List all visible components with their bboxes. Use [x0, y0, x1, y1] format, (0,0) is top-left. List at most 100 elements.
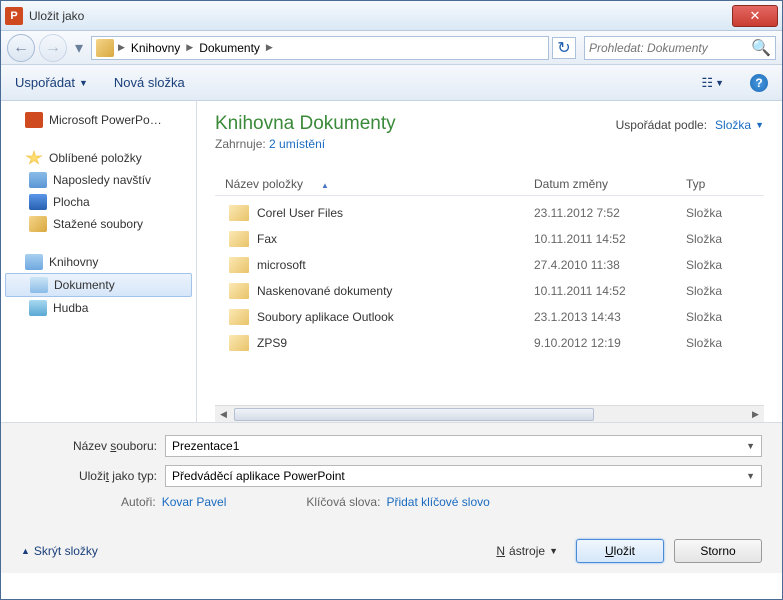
chevron-down-icon: ▼ — [79, 78, 88, 88]
powerpoint-icon — [25, 112, 43, 128]
sidebar-label: Knihovny — [49, 255, 98, 269]
sort-asc-icon: ▲ — [321, 181, 329, 190]
col-header-name[interactable]: Název položky▲ — [215, 177, 534, 191]
close-button[interactable]: ✕ — [732, 5, 778, 27]
chevron-down-icon: ▼ — [746, 441, 755, 451]
file-name: Soubory aplikace Outlook — [257, 310, 534, 324]
search-input[interactable] — [589, 41, 751, 55]
search-box[interactable]: 🔍 — [584, 36, 776, 60]
crumb-root-sep[interactable]: ▶ — [118, 42, 125, 53]
back-button[interactable]: ← — [7, 34, 35, 62]
file-name: microsoft — [257, 258, 534, 272]
library-subtitle: Zahrnuje: 2 umístění — [215, 137, 764, 151]
scroll-right-button[interactable]: ▶ — [747, 407, 764, 422]
chevron-down-icon: ▼ — [715, 78, 724, 88]
organize-label: Uspořádat — [15, 75, 75, 90]
sidebar-item-desktop[interactable]: Plocha — [1, 191, 196, 213]
file-type: Složka — [686, 258, 764, 272]
folder-icon — [229, 335, 249, 351]
file-row[interactable]: Naskenované dokumenty10.11.2011 14:52Slo… — [215, 278, 764, 304]
column-headers: Název položky▲ Datum změny Typ — [215, 173, 764, 196]
file-row[interactable]: microsoft27.4.2010 11:38Složka — [215, 252, 764, 278]
chevron-down-icon: ▼ — [549, 546, 558, 556]
view-options-button[interactable]: ☷ ▼ — [701, 75, 724, 91]
keywords-value[interactable]: Přidat klíčové slovo — [386, 495, 489, 509]
folder-icon — [96, 39, 114, 57]
file-date: 23.11.2012 7:52 — [534, 206, 686, 220]
sidebar-label: Microsoft PowerPo… — [49, 113, 162, 127]
authors-value[interactable]: Kovar Pavel — [162, 495, 227, 509]
file-date: 23.1.2013 14:43 — [534, 310, 686, 324]
sidebar-label: Oblíbené položky — [49, 151, 142, 165]
savetype-dropdown[interactable]: Předváděcí aplikace PowerPoint▼ — [165, 465, 762, 487]
filename-value: Prezentace1 — [172, 439, 746, 453]
music-icon — [29, 300, 47, 316]
sidebar-item-music[interactable]: Hudba — [1, 297, 196, 319]
folder-icon — [229, 257, 249, 273]
file-row[interactable]: Soubory aplikace Outlook23.1.2013 14:43S… — [215, 304, 764, 330]
horizontal-scrollbar[interactable]: ◀ ▶ — [215, 405, 764, 422]
scroll-track[interactable] — [232, 407, 747, 422]
sidebar-item-powerpoint[interactable]: Microsoft PowerPo… — [1, 109, 196, 131]
includes-link[interactable]: 2 umístění — [269, 137, 325, 151]
sort-dropdown[interactable]: Složka ▼ — [715, 118, 764, 132]
file-name: Naskenované dokumenty — [257, 284, 534, 298]
folder-icon — [229, 231, 249, 247]
refresh-button[interactable]: ↻ — [552, 37, 576, 59]
file-row[interactable]: ZPS99.10.2012 12:19Složka — [215, 330, 764, 356]
help-button[interactable]: ? — [750, 74, 768, 92]
sidebar-item-favorites[interactable]: Oblíbené položky — [1, 147, 196, 169]
scroll-thumb[interactable] — [234, 408, 594, 421]
address-bar[interactable]: ▶ Knihovny ▶ Dokumenty ▶ — [91, 36, 549, 60]
help-icon: ? — [755, 76, 762, 90]
sidebar-item-libraries[interactable]: Knihovny — [1, 251, 196, 273]
arrow-left-icon: ← — [13, 39, 29, 57]
file-row[interactable]: Fax10.11.2011 14:52Složka — [215, 226, 764, 252]
search-icon[interactable]: 🔍 — [751, 38, 771, 58]
cancel-button[interactable]: Storno — [674, 539, 762, 563]
star-icon — [25, 150, 43, 166]
file-type: Složka — [686, 310, 764, 324]
chevron-down-icon: ▼ — [746, 471, 755, 481]
savetype-value: Předváděcí aplikace PowerPoint — [172, 469, 746, 483]
app-icon: P — [5, 7, 23, 25]
file-type: Složka — [686, 206, 764, 220]
history-dropdown[interactable]: ▾ — [71, 36, 87, 60]
file-date: 27.4.2010 11:38 — [534, 258, 686, 272]
crumb-documents[interactable]: Dokumenty — [195, 41, 264, 55]
scroll-left-button[interactable]: ◀ — [215, 407, 232, 422]
crumb-sep-2[interactable]: ▶ — [266, 42, 273, 53]
tools-menu[interactable]: Nástroje ▼ — [488, 540, 566, 562]
file-list: Corel User Files23.11.2012 7:52Složka Fa… — [215, 200, 764, 405]
file-date: 9.10.2012 12:19 — [534, 336, 686, 350]
organize-menu[interactable]: Uspořádat ▼ — [15, 75, 88, 90]
sidebar-item-downloads[interactable]: Stažené soubory — [1, 213, 196, 235]
file-type: Složka — [686, 284, 764, 298]
sidebar-item-documents[interactable]: Dokumenty — [5, 273, 192, 297]
savetype-label: Uložit jako typ: — [21, 469, 165, 483]
save-as-dialog: P Uložit jako ✕ ← → ▾ ▶ Knihovny ▶ Dokum… — [0, 0, 783, 600]
forward-button[interactable]: → — [39, 34, 67, 62]
libraries-icon — [25, 254, 43, 270]
col-header-type[interactable]: Typ — [686, 177, 764, 191]
authors-label: Autoři: — [121, 495, 156, 509]
sidebar-item-recent[interactable]: Naposledy navštív — [1, 169, 196, 191]
folder-icon — [229, 283, 249, 299]
save-button[interactable]: Uložit — [576, 539, 664, 563]
file-row[interactable]: Corel User Files23.11.2012 7:52Složka — [215, 200, 764, 226]
col-header-date[interactable]: Datum změny — [534, 177, 686, 191]
filename-label: Název souboru: — [21, 439, 165, 453]
desktop-icon — [29, 194, 47, 210]
sort-value: Složka — [715, 118, 751, 132]
crumb-sep-1[interactable]: ▶ — [186, 42, 193, 53]
new-folder-button[interactable]: Nová složka — [114, 75, 185, 90]
folder-icon — [229, 205, 249, 221]
sidebar-label: Dokumenty — [54, 278, 115, 292]
view-icon: ☷ — [701, 75, 713, 91]
crumb-libraries[interactable]: Knihovny — [127, 41, 184, 55]
filename-input[interactable]: Prezentace1▼ — [165, 435, 762, 457]
hide-folders-button[interactable]: ▲Skrýt složky — [21, 544, 98, 558]
chevron-down-icon: ▾ — [75, 38, 83, 58]
footer: Název souboru: Prezentace1▼ Uložit jako … — [1, 423, 782, 573]
nav-bar: ← → ▾ ▶ Knihovny ▶ Dokumenty ▶ ↻ 🔍 — [1, 31, 782, 65]
